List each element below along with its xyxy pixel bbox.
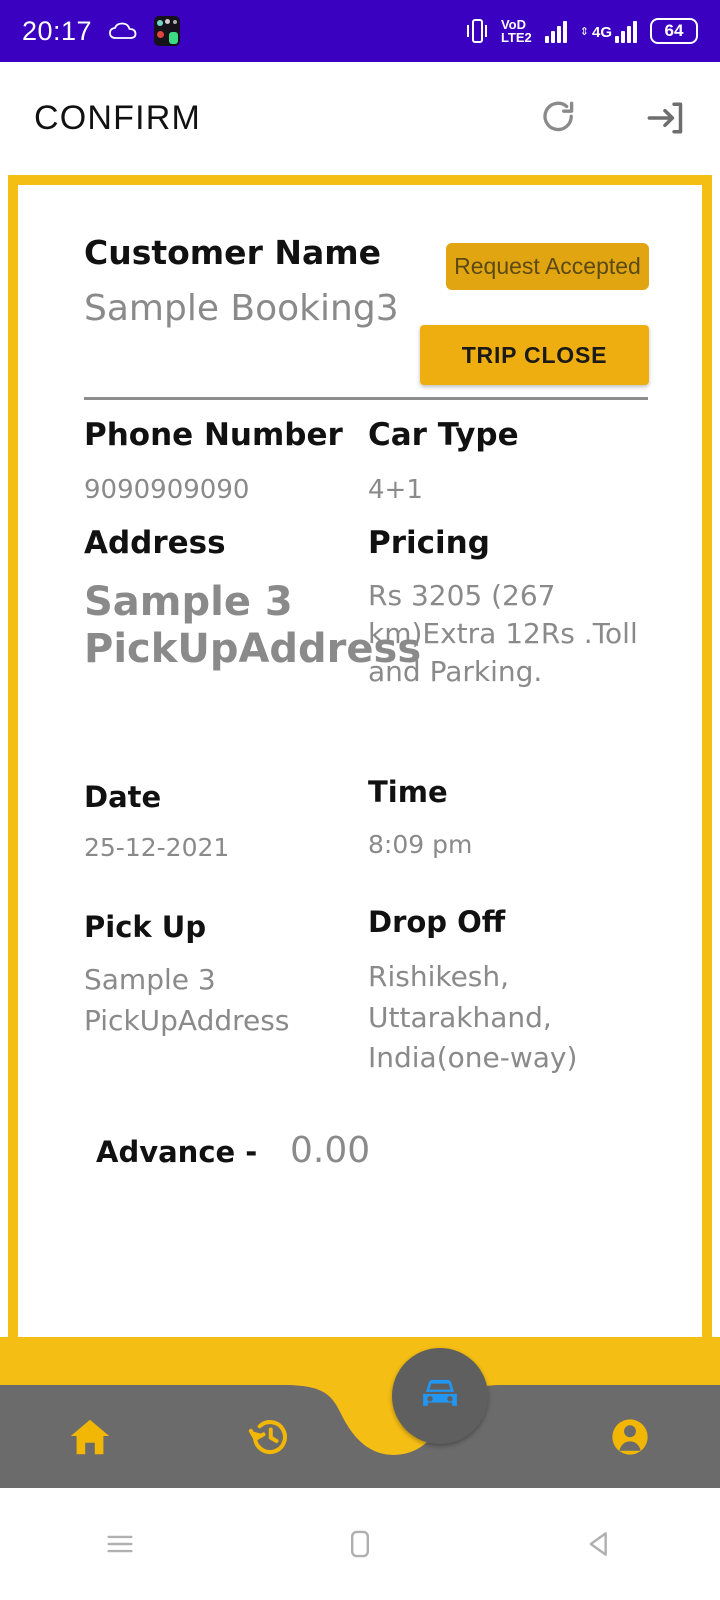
status-bar-left: 20:17 (22, 15, 181, 47)
nav-home-button[interactable] (0, 1385, 180, 1488)
home-icon (67, 1414, 113, 1460)
status-bar: 20:17 VoD LTE2 ⇕ 4G 64 (0, 0, 720, 62)
recents-icon (103, 1527, 137, 1561)
home-square-icon (343, 1527, 377, 1561)
address-value: Sample 3 PickUpAddress (84, 579, 422, 673)
4g-signal-icon: ⇕ 4G (580, 19, 637, 43)
car-type-label: Car Type (368, 417, 519, 453)
phone-number-value: 9090909090 (84, 475, 250, 505)
nav-history-button[interactable] (180, 1385, 360, 1488)
bottom-navigation (0, 1337, 720, 1488)
app-root: 20:17 VoD LTE2 ⇕ 4G 64 CONFIRM Customer … (0, 0, 720, 1600)
cloud-icon (109, 22, 137, 39)
date-label: Date (84, 780, 162, 814)
system-navigation-bar (0, 1488, 720, 1600)
back-button[interactable] (480, 1527, 720, 1561)
pickup-label: Pick Up (84, 910, 207, 944)
booking-frame: Customer Name Sample Booking3 Request Ac… (8, 175, 712, 1400)
time-label: Time (368, 775, 448, 809)
recents-button[interactable] (0, 1527, 240, 1561)
refresh-icon[interactable] (538, 97, 580, 139)
app-header: CONFIRM (0, 62, 720, 174)
app-notification-icon (154, 16, 181, 46)
status-badge: Request Accepted (446, 243, 649, 290)
customer-name-value: Sample Booking3 (84, 288, 399, 329)
status-bar-right: VoD LTE2 ⇕ 4G 64 (466, 16, 698, 46)
nav-profile-button[interactable] (540, 1385, 720, 1488)
date-value: 25-12-2021 (84, 833, 230, 862)
pricing-value: Rs 3205 (267 km)Extra 12Rs .Toll and Par… (368, 579, 638, 688)
status-bar-clock: 20:17 (22, 15, 93, 46)
vibrate-icon (466, 16, 488, 46)
advance-label: Advance - (96, 1135, 258, 1169)
logout-icon[interactable] (642, 96, 686, 140)
advance-value: 0.00 (290, 1130, 371, 1171)
dropoff-value: Rishikesh, Uttarakhand, India(one-way) (368, 960, 578, 1075)
page-title: CONFIRM (34, 98, 202, 137)
trips-fab-button[interactable] (392, 1348, 488, 1444)
person-icon (607, 1414, 653, 1460)
address-label: Address (84, 525, 226, 561)
signal-bars-icon (544, 19, 567, 43)
time-value: 8:09 pm (368, 830, 473, 859)
battery-indicator: 64 (650, 18, 698, 44)
bottom-nav-items (0, 1385, 720, 1488)
data-arrows-icon: ⇕ (579, 26, 589, 39)
dropoff-label: Drop Off (368, 905, 506, 939)
car-type-value: 4+1 (368, 475, 423, 505)
customer-name-label: Customer Name (84, 233, 381, 272)
booking-card: Customer Name Sample Booking3 Request Ac… (18, 185, 702, 1390)
back-triangle-icon (583, 1527, 617, 1561)
app-header-actions (538, 96, 686, 140)
home-button[interactable] (240, 1527, 480, 1561)
trip-close-button[interactable]: TRIP CLOSE (420, 325, 649, 385)
car-icon (414, 1368, 466, 1425)
pickup-value: Sample 3 PickUpAddress (84, 963, 290, 1037)
section-divider (84, 397, 648, 400)
phone-number-label: Phone Number (84, 417, 343, 453)
volte-icon: VoD LTE2 (500, 17, 532, 45)
history-clock-icon (247, 1414, 293, 1460)
pricing-label: Pricing (368, 525, 490, 561)
